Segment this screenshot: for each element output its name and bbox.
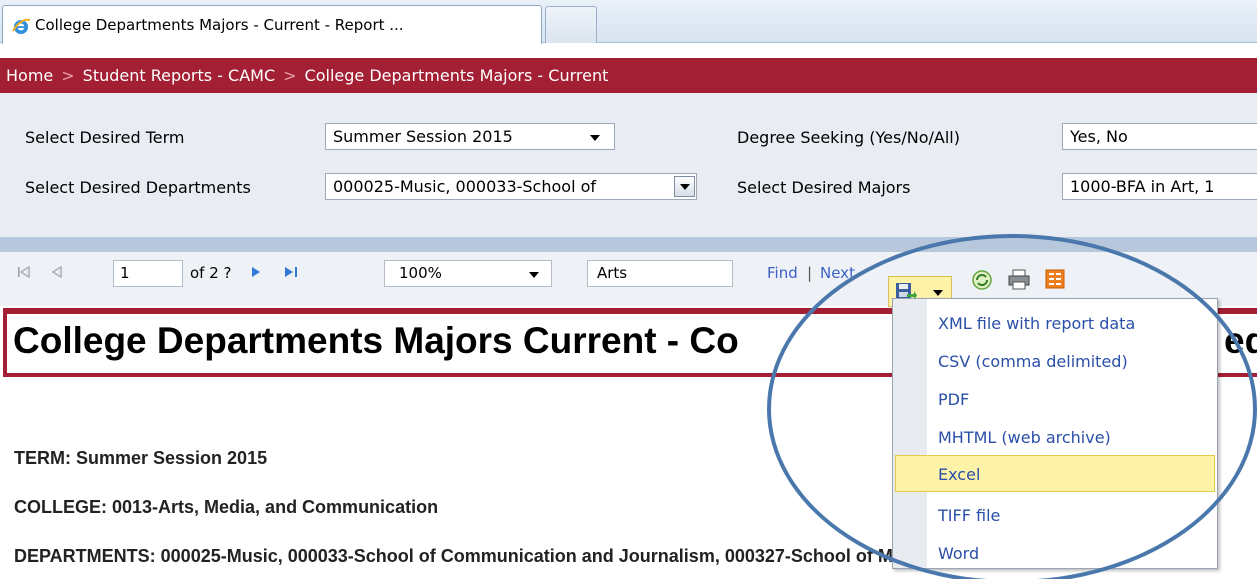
find-link[interactable]: Find <box>767 264 798 282</box>
last-page-icon[interactable] <box>282 264 300 280</box>
internet-explorer-icon <box>12 18 31 34</box>
breadcrumb-home[interactable]: Home <box>6 66 53 85</box>
departments-info: DEPARTMENTS: 000025-Music, 000033-School… <box>14 546 970 566</box>
next-link[interactable]: Next <box>820 264 855 282</box>
departments-select-value: 000025-Music, 000033-School of <box>333 177 597 196</box>
chevron-down-icon <box>529 272 539 278</box>
zoom-value: 100% <box>399 264 442 282</box>
breadcrumb-separator: > <box>61 66 75 85</box>
term-label: Select Desired Term <box>25 128 185 147</box>
previous-page-icon[interactable] <box>49 264 65 280</box>
departments-select[interactable]: 000025-Music, 000033-School of <box>325 173 697 200</box>
college-info: COLLEGE: 0013-Arts, Media, and Communica… <box>14 497 439 517</box>
export-menu: XML file with report data CSV (comma del… <box>892 298 1218 569</box>
data-feed-icon[interactable] <box>1045 269 1065 289</box>
refresh-icon[interactable] <box>971 269 993 291</box>
breadcrumb-student-reports[interactable]: Student Reports - CAMC <box>83 66 275 85</box>
tab-title: College Departments Majors - Current - R… <box>35 16 404 34</box>
browser-tab[interactable]: College Departments Majors - Current - R… <box>2 5 542 44</box>
breadcrumb-current-report: College Departments Majors - Current <box>304 66 609 85</box>
term-info: TERM: Summer Session 2015 <box>14 448 268 468</box>
print-icon[interactable] <box>1007 268 1031 290</box>
find-value: Arts <box>597 264 628 282</box>
export-xml-item[interactable]: XML file with report data <box>893 305 1217 342</box>
report-title-tail: ed <box>1224 320 1257 361</box>
majors-value: 1000-BFA in Art, 1 <box>1070 177 1215 196</box>
find-next-divider: | <box>807 264 813 282</box>
chevron-down-icon <box>590 135 600 141</box>
find-input[interactable]: Arts <box>587 260 733 287</box>
page-count-text: of 2 ? <box>190 264 232 282</box>
breadcrumb-separator: > <box>283 66 297 85</box>
term-select[interactable]: Summer Session 2015 <box>325 123 615 150</box>
zoom-select[interactable]: 100% <box>384 260 552 287</box>
report-title: College Departments Majors Current - Co <box>13 320 739 361</box>
export-excel-item[interactable]: Excel <box>895 455 1215 492</box>
chevron-down-icon <box>680 184 690 190</box>
new-tab-button[interactable] <box>545 6 597 43</box>
export-word-item[interactable]: Word <box>893 535 1217 572</box>
chevron-down-icon <box>933 290 943 296</box>
export-tiff-item[interactable]: TIFF file <box>893 497 1217 534</box>
term-select-value: Summer Session 2015 <box>333 127 513 146</box>
breadcrumb: Home > Student Reports - CAMC > College Depa… <box>0 58 1257 93</box>
degree-seeking-field[interactable]: Yes, No <box>1062 123 1257 150</box>
next-page-icon[interactable] <box>248 264 264 280</box>
panel-separator <box>0 237 1257 252</box>
degree-seeking-label: Degree Seeking (Yes/No/All) <box>737 128 960 147</box>
export-csv-item[interactable]: CSV (comma delimited) <box>893 343 1217 380</box>
degree-seeking-value: Yes, No <box>1070 127 1128 146</box>
parameter-panel: Select Desired Term Summer Session 2015 … <box>0 93 1257 237</box>
majors-label: Select Desired Majors <box>737 178 911 197</box>
page-number-input[interactable]: 1 <box>113 260 183 287</box>
departments-label: Select Desired Departments <box>25 178 251 197</box>
page-number-value: 1 <box>120 264 130 282</box>
first-page-icon[interactable] <box>16 264 32 280</box>
export-mhtml-item[interactable]: MHTML (web archive) <box>893 419 1217 456</box>
departments-dropdown-button[interactable] <box>674 176 695 197</box>
export-pdf-item[interactable]: PDF <box>893 381 1217 418</box>
browser-tab-strip: College Departments Majors - Current - R… <box>0 0 1257 44</box>
majors-field[interactable]: 1000-BFA in Art, 1 <box>1062 173 1257 200</box>
